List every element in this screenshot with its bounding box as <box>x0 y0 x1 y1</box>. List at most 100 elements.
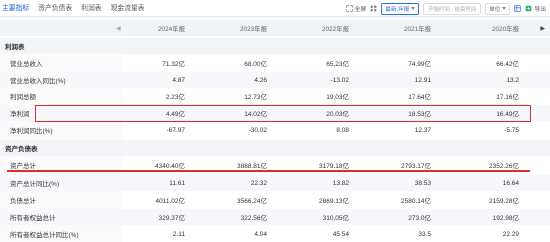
table-cell: 2580.14亿 <box>401 198 431 205</box>
report-type-value: 最新,年报 <box>385 6 410 13</box>
table-cell: 4.26 <box>254 76 267 84</box>
tab-balance-sheet[interactable]: 资产负债表 <box>38 0 72 17</box>
section-row-income: 利润表 <box>0 38 550 54</box>
tab-key-indicators[interactable]: 主要指标 <box>2 0 30 17</box>
table-row: 利润总额 2.23亿 12.73亿 19.03亿 17.64亿 17.16亿 <box>0 88 550 104</box>
table-cell: 4.04 <box>254 230 267 238</box>
table-cell: -30.02 <box>248 126 267 134</box>
table-cell: 12.37 <box>414 126 431 134</box>
table-row: 营业总收入同比(%) 4.87 4.26 -13.02 12.91 13.2 <box>0 72 550 88</box>
scroll-left-icon[interactable]: ◀ <box>116 25 121 32</box>
table-cell: 2159.28亿 <box>489 198 519 205</box>
fullscreen-button[interactable]: 全屏 <box>346 4 367 13</box>
table-icon <box>514 5 522 12</box>
row-label: 利润总额 <box>10 94 36 101</box>
table-cell: 17.16亿 <box>496 94 519 101</box>
grid-view-button[interactable] <box>370 5 377 12</box>
tab-cash-flow[interactable]: 现金流量表 <box>111 0 145 17</box>
table-cell: 3888.81亿 <box>237 163 267 170</box>
row-label: 资产负债表 <box>5 146 38 153</box>
table-cell: 273.0亿 <box>408 215 431 222</box>
table-cell: 16.64 <box>502 179 519 187</box>
header-cell: 2024年报 <box>158 25 185 33</box>
table-cell: 38.53 <box>414 179 431 187</box>
table-cell: 22.32 <box>250 179 267 187</box>
row-label: 负债总计 <box>10 198 36 205</box>
report-type-select[interactable]: 最新,年报 <box>381 2 420 15</box>
table-cell: -5.75 <box>504 126 519 134</box>
table-cell: 68.00亿 <box>244 61 267 68</box>
table-cell: 12.73亿 <box>244 94 267 101</box>
table-cell: 2793.17亿 <box>401 163 431 170</box>
net-profit-highlight <box>35 105 531 122</box>
tab-divider <box>0 16 550 17</box>
table-cell: 74.99亿 <box>408 61 431 68</box>
row-label: 净利润同比(%) <box>10 128 53 135</box>
table-cell: 2.23亿 <box>165 94 185 101</box>
export-label: 导出 <box>534 7 546 13</box>
table-cell: 3179.18亿 <box>319 163 349 170</box>
fullscreen-label: 全屏 <box>354 7 367 13</box>
table-cell: 71.32亿 <box>162 61 185 68</box>
table-cell: 17.64亿 <box>408 94 431 101</box>
table-cell: -67.97 <box>166 126 185 134</box>
table-cell: 33.5 <box>418 230 431 238</box>
table-cell: 66.42亿 <box>496 61 519 68</box>
header-cell: 2022年报 <box>322 25 349 33</box>
table-row: 所有者权益总计同比(%) 2.11 4.04 45.54 33.5 22.29 <box>0 226 550 242</box>
table-cell: 3566.24亿 <box>237 198 267 205</box>
table-cell: 192.98亿 <box>492 215 519 222</box>
table-cell: 2.11 <box>172 230 185 238</box>
chevron-down-icon <box>411 7 416 10</box>
unit-select[interactable]: 单位 <box>485 2 511 15</box>
view-toggle-button[interactable] <box>514 5 522 12</box>
table-row: 所有者权益总计 329.37亿 322.56亿 310.05亿 273.0亿 1… <box>0 209 550 225</box>
table-cell: 8.08 <box>336 126 349 134</box>
tab-income-statement[interactable]: 利润表 <box>81 0 101 17</box>
table-cell: 13.2 <box>506 76 519 84</box>
table-cell: 4011.02亿 <box>155 198 185 205</box>
grid-icon <box>371 5 377 12</box>
table-row: 营业总收入 71.32亿 68.00亿 65.23亿 74.99亿 66.42亿 <box>0 55 550 71</box>
export-icon <box>526 5 532 12</box>
table-cell: 4.87 <box>172 76 185 84</box>
header-cell: 2021年报 <box>404 25 431 33</box>
export-button[interactable]: 导出 <box>525 4 546 13</box>
table-cell: 65.23亿 <box>326 61 349 68</box>
table-cell: 310.05亿 <box>322 215 349 222</box>
header-cell: 2023年报 <box>240 25 267 33</box>
table-cell: 2869.13亿 <box>319 198 349 205</box>
tab-bar: 主要指标 资产负债表 利润表 现金流量表 <box>0 0 300 17</box>
row-label: 营业总收入 <box>10 61 43 68</box>
chevron-down-icon <box>502 7 507 10</box>
table-cell: 13.82 <box>332 179 349 187</box>
table-cell: 45.54 <box>332 230 349 238</box>
header-cell: 2020年报 <box>492 25 519 33</box>
section-row-balance: 资产负债表 <box>0 140 550 156</box>
table-cell: -13.02 <box>330 76 349 84</box>
date-range-input[interactable]: 开始时间 - 结束时间 <box>423 2 482 15</box>
table-cell: 22.29 <box>502 230 519 238</box>
row-label: 利润表 <box>5 44 25 51</box>
table-cell: 11.61 <box>169 179 185 187</box>
total-assets-underline <box>7 170 530 172</box>
scroll-right-icon[interactable]: ▶ <box>540 25 545 32</box>
table-cell: 322.56亿 <box>240 215 267 222</box>
row-label: 营业总收入同比(%) <box>10 78 66 85</box>
table-cell: 12.91 <box>414 76 431 84</box>
table-row: 资产总计同比(%) 11.61 22.32 13.82 38.53 16.64 <box>0 175 550 191</box>
row-label: 所有者权益总计 <box>10 215 56 222</box>
table-cell: 19.03亿 <box>326 94 349 101</box>
table-cell: 329.37亿 <box>158 215 185 222</box>
table-cell: 4340.40亿 <box>155 163 185 170</box>
table-cell: 2352.26亿 <box>489 163 519 170</box>
row-label: 资产总计同比(%) <box>10 181 60 188</box>
unit-label: 单位 <box>489 6 501 13</box>
row-label: 所有者权益总计同比(%) <box>10 232 79 239</box>
toolbar: 全屏 最新,年报 开始时间 - 结束时间 单位 导出 <box>346 2 546 15</box>
table-row: 净利润同比(%) -67.97 -30.02 8.08 12.37 -5.75 <box>0 122 550 138</box>
fullscreen-icon <box>346 5 353 12</box>
table-row: 负债总计 4011.02亿 3566.24亿 2869.13亿 2580.14亿… <box>0 192 550 208</box>
table-header-row: ◀ 2024年报 2023年报 2022年报 2021年报 2020年报 ▶ <box>0 20 550 36</box>
row-label: 资产总计 <box>10 163 36 170</box>
